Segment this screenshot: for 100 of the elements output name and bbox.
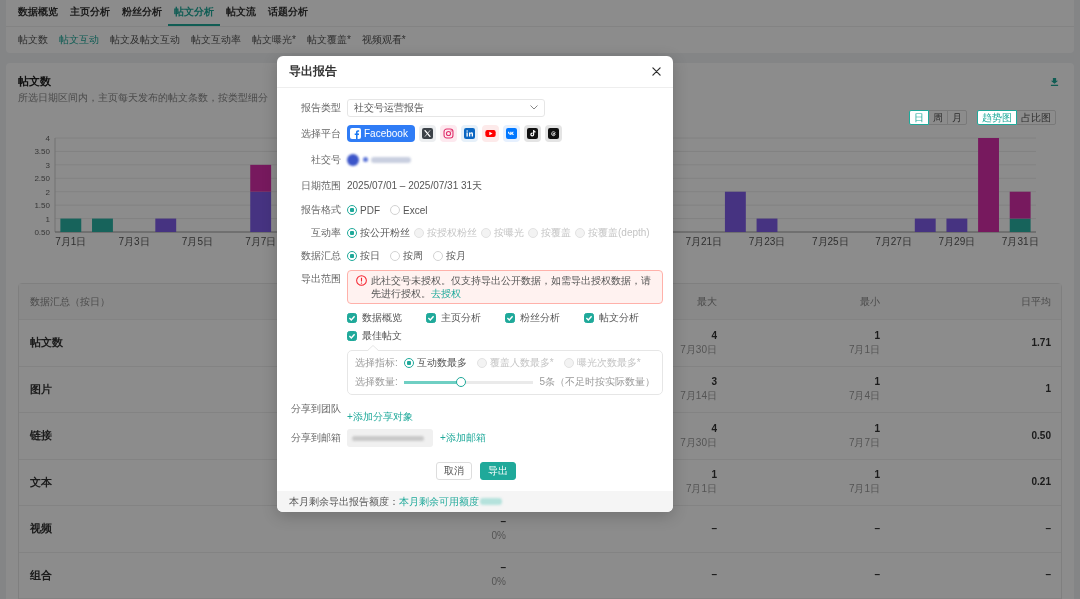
redacted-account-name: [363, 156, 411, 163]
y-tick-label: 2.50: [34, 174, 50, 184]
radio-option[interactable]: PDF: [347, 204, 380, 216]
cell-value: –: [711, 569, 717, 582]
checkbox-option[interactable]: 主页分析: [426, 311, 481, 324]
row-label: 图片: [30, 381, 52, 397]
period-toggle[interactable]: 月: [947, 110, 967, 125]
export-button[interactable]: 导出: [480, 462, 516, 480]
quota-label: 本月剩余导出报告额度：: [289, 494, 399, 509]
platform-button[interactable]: [418, 125, 436, 142]
setting-label: 选择指标:: [355, 356, 398, 370]
report-type-select[interactable]: 社交号运营报告: [347, 98, 545, 117]
close-icon[interactable]: [652, 67, 661, 76]
bar: [724, 191, 746, 232]
field-label: 日期范围: [300, 179, 341, 193]
cell-value: 1: [874, 422, 880, 435]
field-label: 社交号: [310, 153, 341, 167]
y-tick-label: 1.50: [34, 201, 50, 211]
platform-button[interactable]: [544, 125, 562, 142]
checkbox-option[interactable]: 最佳帖文: [347, 329, 402, 342]
period-toggle[interactable]: 周: [928, 110, 948, 125]
download-icon[interactable]: [1050, 77, 1059, 86]
dialog-title: 导出报告: [289, 63, 337, 80]
add-share-target-link[interactable]: +添加分享对象: [347, 410, 413, 424]
cell-value: –: [874, 522, 880, 535]
slider-handle[interactable]: [455, 377, 466, 387]
sub-tab[interactable]: 帖文互动率: [191, 33, 241, 47]
radio-option[interactable]: 按日: [347, 249, 380, 263]
sub-tab[interactable]: 视频观看*: [361, 33, 406, 47]
field-label: 分享到邮箱: [290, 431, 341, 445]
tiktok-icon: [526, 128, 538, 139]
nav-tab[interactable]: 帖文分析: [168, 0, 220, 26]
cell-value: 4: [711, 329, 717, 342]
instagram-icon: [442, 128, 454, 139]
radio-option[interactable]: Excel: [390, 204, 428, 216]
radio-option[interactable]: 按公开粉丝: [347, 226, 410, 240]
field-label: 互动率: [310, 226, 341, 240]
field-label: 数据汇总: [300, 249, 341, 263]
x-tick-label: 7月31日: [1001, 236, 1039, 247]
alert-message: 此社交号未授权。仅支持导出公开数据，如需导出授权数据，请先进行授权。去授权: [371, 274, 652, 300]
cell-value: –: [500, 515, 506, 528]
field-label: 分享到团队: [290, 402, 341, 416]
cell-value: –: [1045, 522, 1051, 535]
quota-link[interactable]: 本月剩余可用额度: [399, 494, 479, 509]
y-tick-label: 4: [45, 134, 50, 143]
cell-value: 3: [711, 376, 717, 389]
setting-label: 选择数量:: [355, 375, 398, 389]
cell-value: 0.50: [1031, 429, 1051, 442]
x-tick-label: 7月7日: [245, 236, 277, 247]
view-toggle[interactable]: 占比图: [1016, 110, 1056, 125]
field-label: 报告类型: [300, 101, 341, 115]
radio-option[interactable]: 按月: [433, 249, 466, 263]
youtube-icon: [484, 128, 496, 139]
x-tick-label: 7月5日: [181, 236, 213, 247]
nav-tab[interactable]: 帖文流: [220, 0, 262, 26]
field-label: 导出范围: [300, 272, 341, 286]
row-label: 视频: [30, 521, 52, 537]
cell-value: 1: [874, 376, 880, 389]
platform-button[interactable]: [523, 125, 541, 142]
y-tick-label: 3: [45, 160, 50, 170]
row-label: 帖文数: [30, 335, 63, 351]
vk-icon: [505, 128, 517, 139]
add-email-link[interactable]: +添加邮箱: [440, 431, 486, 445]
x-tick-label: 7月1日: [55, 236, 87, 247]
redacted-quota: [480, 498, 502, 505]
checkbox-option[interactable]: 数据概览: [347, 311, 402, 324]
period-toggle[interactable]: 日: [909, 110, 929, 125]
y-tick-label: 1: [45, 214, 50, 224]
cell-value: 1: [874, 469, 880, 482]
cell-value: 1.71: [1031, 336, 1051, 349]
nav-tab[interactable]: 话题分析: [262, 0, 314, 26]
sub-tab[interactable]: 帖文覆盖*: [306, 33, 351, 47]
field-label: 选择平台: [300, 127, 341, 141]
y-tick-label: 3.50: [34, 147, 50, 157]
platform-button[interactable]: Facebook: [347, 125, 415, 142]
row-label: 文本: [30, 474, 52, 490]
linkedin-icon: [463, 128, 475, 139]
nav-tab[interactable]: 主页分析: [64, 0, 116, 26]
checkbox-option[interactable]: 粉丝分析: [505, 311, 560, 324]
cell-value: –: [500, 562, 506, 575]
cancel-button[interactable]: 取消: [436, 462, 472, 480]
date-range-text: 2025/07/01 – 2025/07/31 31天: [347, 178, 483, 193]
cell-value: 1: [1045, 383, 1051, 396]
radio-option[interactable]: 互动数最多: [403, 356, 467, 370]
nav-tab[interactable]: 数据概览: [12, 0, 64, 26]
email-field[interactable]: [347, 429, 433, 447]
sub-tab[interactable]: 帖文及帖文互动: [110, 33, 180, 47]
radio-option[interactable]: 按周: [390, 249, 423, 263]
nav-tab[interactable]: 粉丝分析: [116, 0, 168, 26]
x-logo-icon: [421, 128, 433, 139]
sub-tab[interactable]: 帖文曝光*: [252, 33, 296, 47]
sub-tab[interactable]: 帖文互动: [59, 33, 99, 47]
x-tick-label: 7月25日: [811, 236, 849, 247]
view-toggle[interactable]: 趋势图: [977, 110, 1017, 125]
authorize-link[interactable]: 去授权: [431, 288, 461, 299]
checkbox-option[interactable]: 帖文分析: [584, 311, 639, 324]
chevron-down-icon: [530, 105, 538, 110]
threads-icon: [547, 128, 559, 139]
cell-value: –: [711, 522, 717, 535]
sub-tab[interactable]: 帖文数: [18, 33, 48, 47]
